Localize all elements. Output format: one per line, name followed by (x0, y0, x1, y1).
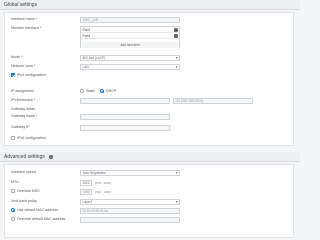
gateway-ip-label: Gateway IP (11, 125, 30, 129)
mode-select[interactable]: 802.3ad (LACP) ▾ (80, 55, 180, 61)
interface-speed-label: Interface speed (11, 170, 36, 174)
gateway-name-label: Gateway name * (11, 114, 38, 118)
ipv4-configuration-checkbox[interactable] (11, 73, 15, 77)
chevron-down-icon: ▾ (175, 65, 178, 69)
mss-input[interactable]: 1460 (80, 189, 92, 195)
default-mac-input[interactable]: 00:0c:29:53:41:0a (80, 208, 180, 214)
interface-name-label: Interface name * (11, 17, 38, 21)
ipv4-netmask-label: IPv4/netmask * (11, 98, 36, 102)
mode-label: Mode * (11, 55, 23, 59)
advanced-settings-title: Advanced settings (4, 154, 45, 160)
network-zone-select[interactable]: LAN ▾ (80, 64, 180, 70)
member-interface-label: Member interface * (11, 26, 42, 30)
xmit-hash-select[interactable]: Layer2 ▾ (80, 199, 180, 205)
ip-static-radio[interactable] (80, 89, 84, 93)
override-mac-radio[interactable] (11, 217, 15, 221)
chevron-down-icon: ▾ (175, 200, 178, 204)
global-settings-title: Global settings (4, 2, 38, 8)
ipv6-configuration-label: IPv6 configuration (17, 136, 46, 140)
global-settings-header: Global settings (0, 0, 300, 10)
chevron-down-icon: ▾ (175, 56, 178, 60)
ip-assignment-label: IP assignment (11, 89, 34, 93)
gateway-detail-label: Gateway detail (11, 107, 35, 111)
use-default-mac-radio[interactable] (11, 208, 15, 212)
add-new-item-button[interactable]: Add new item (81, 42, 179, 48)
netmask-select[interactable]: /24 (255.255.255.0) (173, 98, 253, 104)
ipv6-configuration-checkbox[interactable] (11, 136, 15, 140)
advanced-settings-header[interactable]: Advanced settings – (0, 152, 300, 162)
mtu-hint: (576 - 9000) (95, 181, 112, 185)
global-settings-panel: Interface name * VNIC_LAN Member interfa… (4, 12, 294, 146)
override-mac-label: Override default MAC address (17, 217, 66, 221)
use-default-mac-label: Use default MAC address (17, 208, 58, 212)
ipv4-address-input[interactable] (80, 98, 170, 104)
interface-name-input[interactable]: VNIC_LAN (80, 17, 180, 23)
override-mss-label: Override MSS (17, 189, 40, 193)
ipv4-configuration-label: IPv4 configuration (17, 73, 46, 77)
remove-icon[interactable]: – (174, 28, 178, 32)
gateway-ip-input[interactable] (80, 125, 170, 131)
ip-static-label: Static (86, 89, 95, 93)
member-interface-list: Port2 – Port3 – Add new item (80, 26, 180, 48)
collapse-icon[interactable]: – (49, 155, 53, 159)
xmit-hash-label: Xmit hash policy (11, 199, 38, 203)
override-mss-checkbox[interactable] (11, 189, 15, 193)
remove-icon[interactable]: – (174, 34, 178, 38)
interface-speed-select[interactable]: Auto Negotiation ▾ (80, 170, 180, 176)
ip-dhcp-label: DHCP (106, 89, 117, 93)
chevron-down-icon: ▾ (175, 171, 178, 175)
mtu-label: MTU (11, 180, 19, 184)
network-zone-label: Network zone * (11, 64, 36, 68)
ip-dhcp-radio[interactable] (100, 89, 104, 93)
override-mac-input[interactable] (80, 217, 180, 223)
list-item: Port3 – (81, 33, 179, 39)
gateway-name-input[interactable] (80, 114, 170, 120)
mtu-input[interactable]: 1500 (80, 180, 92, 186)
mss-hint: (536 - 1460) (95, 190, 112, 194)
advanced-settings-panel: Interface speed Auto Negotiation ▾ MTU 1… (4, 164, 294, 238)
